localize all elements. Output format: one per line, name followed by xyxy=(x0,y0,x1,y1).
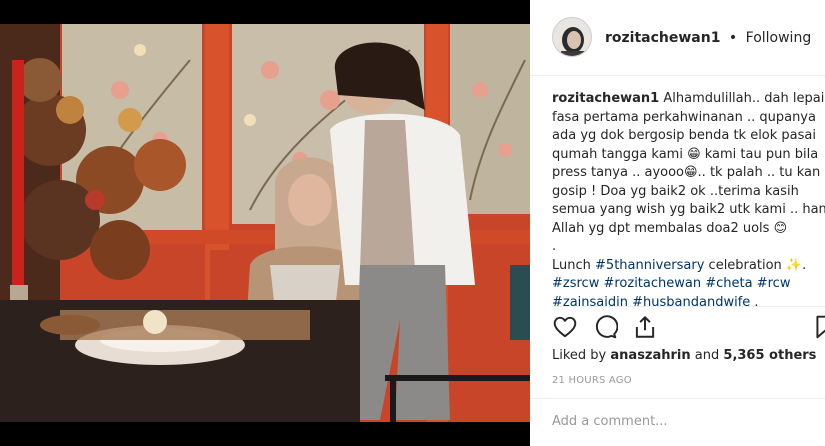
post-side-panel: rozitachewan1 • Following rozitachewan1 … xyxy=(530,0,825,446)
instagram-post: rozitachewan1 • Following rozitachewan1 … xyxy=(0,0,825,446)
likes-prefix: Liked by xyxy=(552,348,607,363)
avatar[interactable] xyxy=(552,17,592,57)
caption-line: ada yg dok bergosip benda tk elok pasai xyxy=(552,128,816,143)
divider xyxy=(552,306,825,307)
action-bar xyxy=(552,314,825,344)
caption-username[interactable]: rozitachewan1 xyxy=(552,91,659,106)
caption-line: fasa pertama perkahwinanan .. qupanya xyxy=(552,109,816,125)
likes-line: Liked by anaszahrin and 5,365 others xyxy=(552,348,816,363)
header-user-line: rozitachewan1 • Following xyxy=(605,30,811,46)
caption-line: Allah yg dpt membalas doa2 uols 😊 xyxy=(552,220,788,236)
share-icon[interactable] xyxy=(632,314,660,342)
hashtag-link[interactable]: #zainsaidin xyxy=(552,295,628,310)
caption-tags-line: #zainsaidin #husbandandwife . xyxy=(552,294,822,313)
hashtag-link[interactable]: #5thanniversary xyxy=(595,258,704,273)
separator-dot: • xyxy=(728,30,738,46)
hashtag-link[interactable]: #rozitachewan xyxy=(603,276,701,291)
caption-line: . xyxy=(552,239,557,254)
lunch-text: Lunch xyxy=(552,257,591,273)
liked-by-user[interactable]: anaszahrin xyxy=(610,348,690,363)
caption-line: semua yang wish yg baik2 utk kami .. han… xyxy=(552,202,825,217)
caption-line-lunch: Lunch #5thanniversary celebration ✨. xyxy=(552,257,822,276)
post-caption: rozitachewan1 Alhamdulillah.. dah lepaih… xyxy=(552,90,825,313)
comment-input[interactable] xyxy=(552,414,792,429)
comment-box xyxy=(552,414,792,429)
hashtag-link[interactable]: #husbandandwife xyxy=(632,295,750,310)
caption-line: rozitachewan1 Alhamdulillah.. dah lepaih xyxy=(552,90,825,109)
follow-status[interactable]: Following xyxy=(746,30,812,46)
caption-line: qumah tangga kami 😁 kami tau pun bila xyxy=(552,146,819,162)
header-username[interactable]: rozitachewan1 xyxy=(605,30,720,46)
comment-icon[interactable] xyxy=(592,314,620,342)
lunch-after-text: celebration ✨. xyxy=(708,257,807,273)
post-header: rozitachewan1 • Following xyxy=(530,0,825,76)
tags-end: . xyxy=(754,294,759,310)
post-image xyxy=(0,0,530,446)
post-photo[interactable] xyxy=(0,0,530,446)
post-timestamp[interactable]: 21 HOURS AGO xyxy=(552,375,632,386)
caption-line: gosip ! Doa yg baik2 ok ..terima kasih xyxy=(552,183,799,199)
divider xyxy=(530,398,825,399)
hashtag-link[interactable]: #cheta xyxy=(705,276,752,291)
bookmark-icon[interactable] xyxy=(812,314,825,342)
likes-middle: and xyxy=(694,348,720,363)
hashtag-link[interactable]: #rcw xyxy=(757,276,791,291)
caption-tags-line: #zsrcw #rozitachewan #cheta #rcw xyxy=(552,275,822,294)
caption-line: press tanya .. ayooo😁.. tk palah .. tu k… xyxy=(552,165,821,180)
avatar-image xyxy=(553,18,591,56)
heart-icon[interactable] xyxy=(552,314,580,342)
caption-text: Alhamdulillah.. dah lepaih xyxy=(663,91,825,106)
hashtag-link[interactable]: #zsrcw xyxy=(552,276,599,291)
likes-count[interactable]: 5,365 others xyxy=(723,348,816,363)
